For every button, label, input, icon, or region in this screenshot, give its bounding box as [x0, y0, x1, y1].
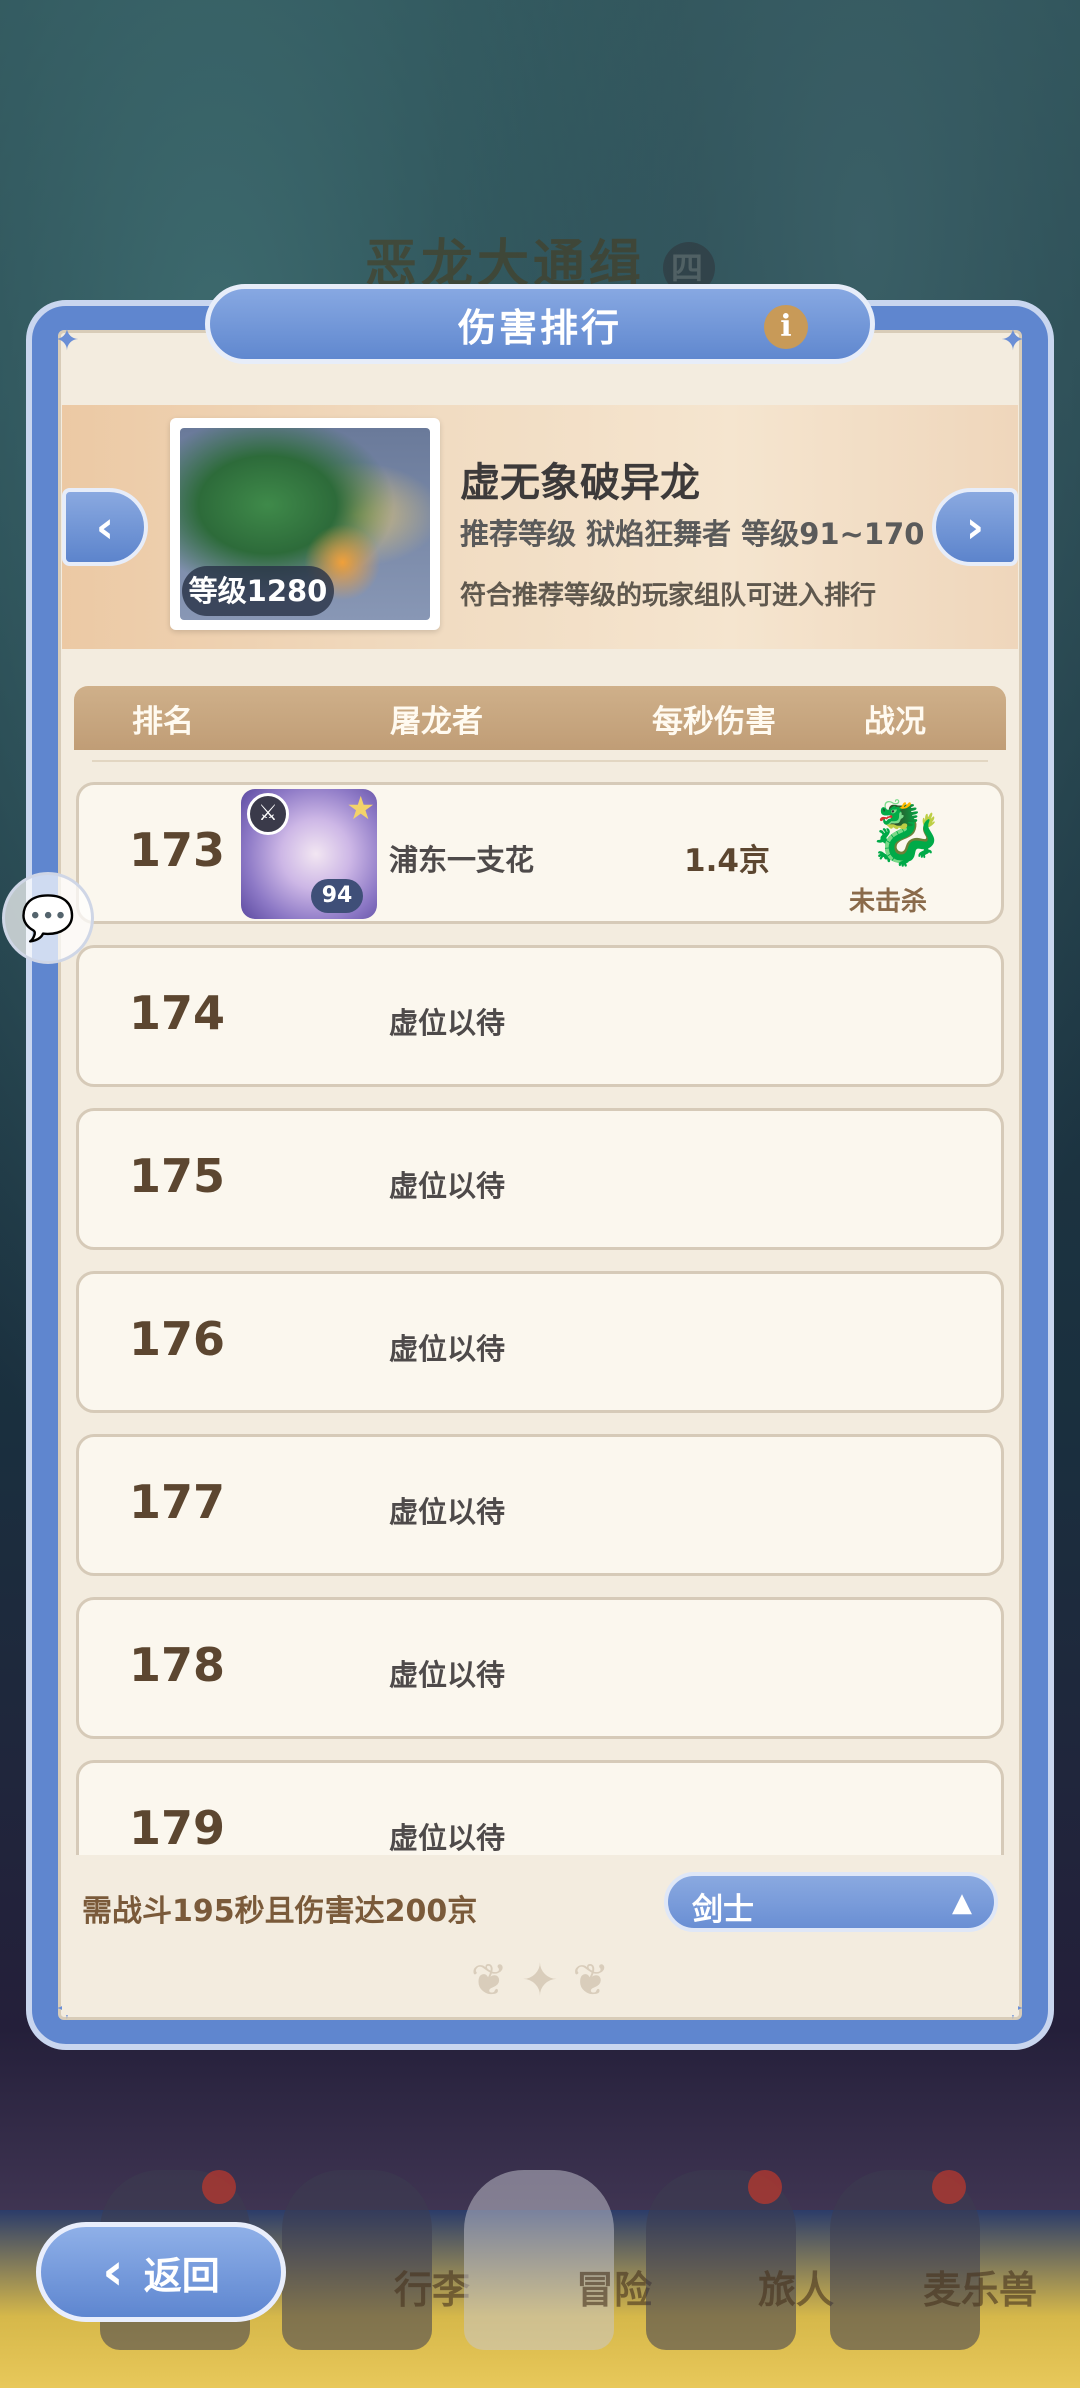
- table-row[interactable]: 179 虚位以待: [76, 1760, 1004, 1855]
- cat-ornament-icon: ❦ ✦ ❦: [470, 1955, 610, 2006]
- notification-dot: [202, 2170, 236, 2204]
- chevron-left-icon: ‹: [95, 501, 115, 553]
- class-filter-select[interactable]: 剑士 ▲: [664, 1872, 998, 1932]
- row-rank: 175: [129, 1149, 226, 1203]
- row-rank: 176: [129, 1312, 226, 1366]
- nav-pet-button[interactable]: 麦乐兽: [830, 2170, 1037, 2350]
- back-label: 返回: [143, 2253, 220, 2298]
- chevron-right-icon: ›: [965, 501, 985, 553]
- nav-adventure-button[interactable]: 冒险: [464, 2170, 652, 2350]
- header-rank: 排名: [132, 704, 194, 740]
- previous-boss-button[interactable]: ‹: [62, 488, 148, 566]
- row-player-name: 虚位以待: [389, 1658, 506, 1692]
- row-player-name: 虚位以待: [389, 1169, 506, 1203]
- corner-ornament-icon: ✦: [54, 323, 80, 358]
- header-status: 战况: [864, 704, 926, 740]
- chevron-left-icon: ‹: [102, 2242, 124, 2302]
- ranking-requirement: 需战斗195秒且伤害达200京: [82, 1894, 478, 1929]
- row-rank: 173: [129, 823, 226, 877]
- chat-icon: 💬: [20, 893, 76, 944]
- boss-recommendation: 推荐等级 狱焰狂舞者 等级91~170: [460, 517, 925, 551]
- row-rank: 179: [129, 1801, 226, 1855]
- player-avatar[interactable]: ⚔ ★ 94: [241, 789, 377, 919]
- row-player-name: 虚位以待: [389, 1332, 506, 1366]
- back-button[interactable]: ‹ 返回: [36, 2222, 286, 2322]
- table-row[interactable]: 176 虚位以待: [76, 1271, 1004, 1413]
- table-row[interactable]: 178 虚位以待: [76, 1597, 1004, 1739]
- info-icon[interactable]: i: [764, 305, 808, 349]
- ranking-list[interactable]: 173 ⚔ ★ 94 浦东一支花 1.4京 🐉 未击杀 174 虚位以待 175…: [62, 770, 1018, 1855]
- row-player-name: 虚位以待: [389, 1006, 506, 1040]
- row-dps: 1.4京: [684, 843, 770, 879]
- chat-bubble-button[interactable]: 💬: [2, 872, 94, 964]
- boss-note: 符合推荐等级的玩家组队可进入排行: [460, 581, 877, 611]
- row-player-name: 虚位以待: [389, 1495, 506, 1529]
- table-row[interactable]: 177 虚位以待: [76, 1434, 1004, 1576]
- notification-dot: [932, 2170, 966, 2204]
- nav-label: 麦乐兽: [922, 2268, 1037, 2312]
- table-row[interactable]: 173 ⚔ ★ 94 浦东一支花 1.4京 🐉 未击杀: [76, 782, 1004, 924]
- player-level-badge: 94: [311, 879, 363, 913]
- nav-traveler-button[interactable]: 旅人: [646, 2170, 834, 2350]
- panel-title-bar: 伤害排行 i: [205, 284, 875, 364]
- row-rank: 178: [129, 1638, 226, 1692]
- row-player-name: 浦东一支花: [389, 843, 535, 877]
- nav-luggage-button[interactable]: 行李: [282, 2170, 470, 2350]
- row-rank: 174: [129, 986, 226, 1040]
- corner-ornament-icon: ✦: [1000, 323, 1026, 358]
- row-rank: 177: [129, 1475, 226, 1529]
- row-status: 未击杀: [849, 887, 928, 917]
- next-boss-button[interactable]: ›: [932, 488, 1018, 566]
- ranking-table-header: 排名 屠龙者 每秒伤害 战况: [74, 686, 1006, 750]
- dragon-icon: 🐉: [867, 796, 945, 869]
- class-filter-value: 剑士: [692, 1892, 754, 1928]
- panel-title: 伤害排行: [457, 305, 622, 350]
- header-player: 屠龙者: [390, 704, 483, 740]
- header-divider: [92, 760, 988, 762]
- sword-class-icon: ⚔: [247, 793, 289, 835]
- boss-name: 虚无象破异龙: [460, 460, 700, 506]
- notification-dot: [748, 2170, 782, 2204]
- star-icon: ★: [346, 789, 375, 827]
- table-row[interactable]: 174 虚位以待: [76, 945, 1004, 1087]
- table-row[interactable]: 175 虚位以待: [76, 1108, 1004, 1250]
- boss-level-badge: 等级1280: [182, 566, 334, 616]
- triangle-up-icon: ▲: [952, 1888, 972, 1918]
- row-player-name: 虚位以待: [389, 1821, 506, 1855]
- header-dps: 每秒伤害: [652, 704, 776, 740]
